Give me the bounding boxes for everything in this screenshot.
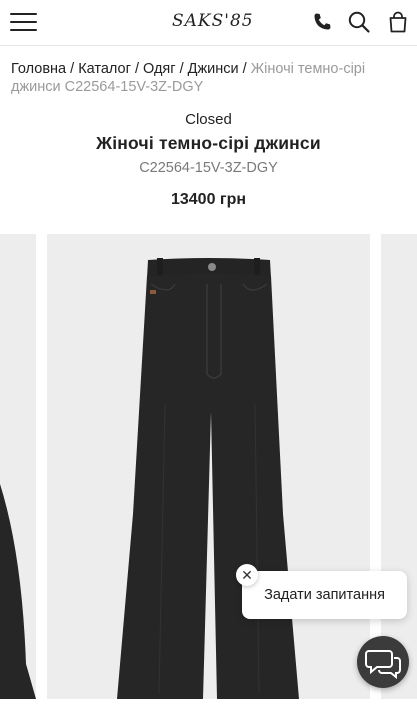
breadcrumb-separator: / bbox=[134, 61, 143, 77]
breadcrumb-separator: / bbox=[242, 61, 251, 77]
breadcrumb: Головна / Каталог / Одяг / Джинси / Жіно… bbox=[11, 60, 409, 96]
breadcrumb-item-jeans[interactable]: Джинси bbox=[188, 61, 239, 77]
product-gallery[interactable] bbox=[0, 234, 417, 699]
jeans-image-partial bbox=[0, 484, 36, 699]
gallery-slide-next[interactable] bbox=[381, 234, 417, 699]
search-icon[interactable] bbox=[347, 10, 371, 34]
chat-button[interactable] bbox=[357, 636, 409, 688]
breadcrumb-item-home[interactable]: Головна bbox=[11, 61, 66, 77]
bag-icon[interactable] bbox=[386, 10, 410, 34]
product-brand[interactable]: Closed bbox=[0, 111, 417, 128]
ask-question-button[interactable]: Задати запитання bbox=[242, 571, 407, 619]
product-price: 13400 грн bbox=[170, 191, 247, 208]
gallery-slide-prev[interactable] bbox=[0, 234, 36, 699]
breadcrumb-separator: / bbox=[70, 61, 79, 77]
breadcrumb-item-clothing[interactable]: Одяг bbox=[143, 61, 176, 77]
product-sku: C22564-15V-3Z-DGY bbox=[139, 160, 278, 176]
chat-icon bbox=[365, 650, 401, 680]
breadcrumb-separator: / bbox=[179, 61, 188, 77]
close-icon[interactable]: ✕ bbox=[236, 564, 258, 586]
gallery-slide-main[interactable] bbox=[47, 234, 370, 699]
menu-icon[interactable] bbox=[10, 12, 37, 32]
jeans-image bbox=[117, 258, 299, 699]
product-title: Жіночі темно-сірі джинси bbox=[96, 133, 321, 153]
site-header: SAKS'85 bbox=[0, 0, 417, 46]
phone-icon[interactable] bbox=[310, 10, 334, 34]
site-logo[interactable]: SAKS'85 bbox=[172, 11, 254, 31]
breadcrumb-item-catalog[interactable]: Каталог bbox=[78, 61, 131, 77]
